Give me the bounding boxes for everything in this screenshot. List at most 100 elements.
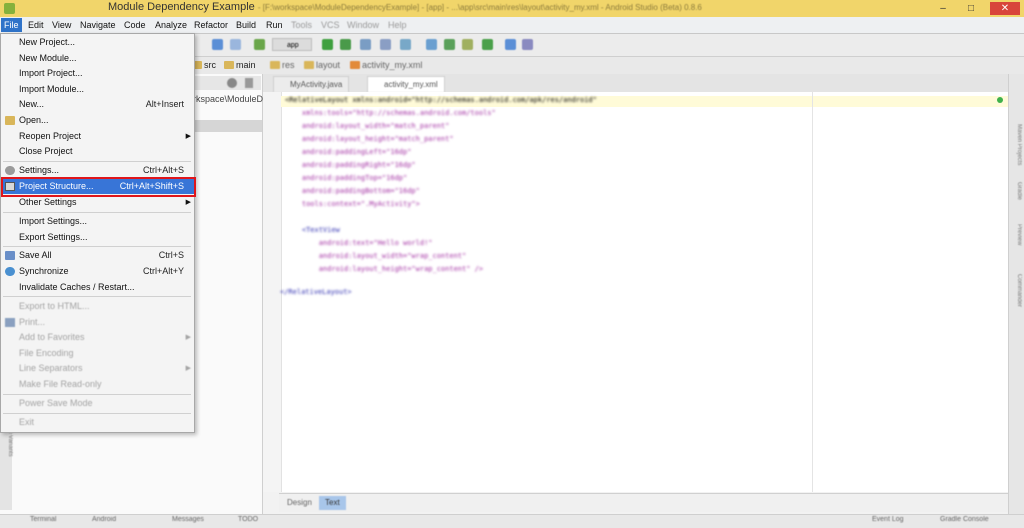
code-line: android:paddingLeft="16dp" (285, 148, 412, 156)
forward-icon[interactable] (230, 39, 241, 50)
run-icon[interactable] (322, 39, 333, 50)
android-icon[interactable] (522, 39, 533, 50)
design-text-tabs: Design Text (279, 493, 1008, 512)
code-line: tools:context=".MyActivity"> (285, 200, 420, 208)
menu-refactor[interactable]: Refactor (191, 18, 231, 32)
menu-item-settings[interactable]: Settings... Ctrl+Alt+S (1, 163, 194, 178)
breadcrumb-res[interactable]: res (268, 59, 299, 72)
folder-icon (5, 116, 15, 125)
maven-projects-tool[interactable]: Maven Projects (1012, 124, 1022, 165)
menu-item-file-encoding[interactable]: File Encoding (1, 346, 194, 361)
code-line: <TextView (285, 226, 340, 234)
submenu-arrow-icon: ▶ (185, 334, 191, 341)
tab-myactivity-java[interactable]: MyActivity.java (273, 76, 350, 92)
menu-item-exit[interactable]: Exit (1, 415, 194, 430)
gradle-console-tool[interactable]: Gradle Console (940, 516, 989, 523)
menu-view[interactable]: View (49, 18, 74, 32)
make-icon[interactable] (254, 39, 265, 50)
menu-item-make-read-only[interactable]: Make File Read-only (1, 377, 194, 392)
menu-item-save-all[interactable]: Save All Ctrl+S (1, 248, 194, 263)
code-line: android:paddingRight="16dp" (285, 161, 416, 169)
gradle-tool[interactable]: Gradle (1012, 182, 1022, 200)
menu-item-add-to-favorites[interactable]: Add to Favorites ▶ (1, 330, 194, 345)
structure-icon[interactable] (462, 39, 473, 50)
code-line: android:layout_height="match_parent" (285, 135, 454, 143)
code-line: android:paddingBottom="16dp" (285, 187, 420, 195)
android-tool[interactable]: Android (92, 516, 116, 523)
menu-code[interactable]: Code (121, 18, 149, 32)
menu-item-reopen-project[interactable]: Reopen Project ▶ (1, 129, 194, 144)
menu-item-print[interactable]: Print... (1, 315, 194, 330)
menu-file[interactable]: File (1, 18, 22, 32)
tab-activity-my-xml[interactable]: activity_my.xml (367, 76, 445, 92)
debug-icon[interactable] (340, 39, 351, 50)
menu-item-new-project[interactable]: New Project... (1, 35, 194, 50)
menu-navigate[interactable]: Navigate (77, 18, 119, 32)
menu-tools[interactable]: Tools (288, 18, 315, 32)
folder-icon (304, 61, 314, 69)
menu-build[interactable]: Build (233, 18, 259, 32)
gear-icon[interactable] (227, 78, 237, 88)
menu-item-import-settings[interactable]: Import Settings... (1, 214, 194, 229)
back-icon[interactable] (212, 39, 223, 50)
sync-icon[interactable] (426, 39, 437, 50)
menu-window[interactable]: Window (344, 18, 382, 32)
menu-item-open[interactable]: Open... (1, 113, 194, 128)
maximize-button[interactable]: □ (958, 2, 984, 15)
minimize-button[interactable]: – (930, 2, 956, 15)
download-icon[interactable] (482, 39, 493, 50)
menu-separator (3, 296, 191, 297)
menu-item-close-project[interactable]: Close Project (1, 144, 194, 159)
breadcrumb-layout[interactable]: layout (302, 59, 344, 72)
event-log-tool[interactable]: Event Log (872, 516, 904, 523)
breadcrumb-file[interactable]: activity_my.xml (348, 59, 426, 72)
code-line: xmlns:tools="http://schemas.android.com/… (285, 109, 496, 117)
menu-item-power-save-mode[interactable]: Power Save Mode (1, 396, 194, 411)
help-icon[interactable] (505, 39, 516, 50)
close-button[interactable]: ✕ (990, 2, 1020, 15)
project-path: rkspace\ModuleD (193, 94, 264, 104)
run-config-select[interactable]: app (272, 38, 312, 51)
wrench-icon (5, 166, 15, 175)
todo-tool[interactable]: TODO (238, 516, 258, 523)
menu-edit[interactable]: Edit (25, 18, 47, 32)
menu-item-export-html[interactable]: Export to HTML... (1, 299, 194, 314)
menu-item-synchronize[interactable]: Synchronize Ctrl+Alt+Y (1, 264, 194, 279)
file-menu-dropdown: New Project... New Module... Import Proj… (0, 33, 195, 433)
menu-run[interactable]: Run (263, 18, 286, 32)
right-tool-strip: Maven Projects Gradle Preview Commander (1008, 74, 1024, 514)
tab-text[interactable]: Text (319, 496, 346, 510)
menu-help[interactable]: Help (385, 18, 410, 32)
code-line: android:paddingTop="16dp" (285, 174, 408, 182)
tab-design[interactable]: Design (281, 496, 318, 510)
code-line: </RelativeLayout> (280, 288, 352, 296)
menu-item-line-separators[interactable]: Line Separators ▶ (1, 361, 194, 376)
messages-tool[interactable]: Messages (172, 516, 204, 523)
menu-item-new-module[interactable]: New Module... (1, 51, 194, 66)
highlight-annotation-box (1, 177, 196, 197)
monitor-icon[interactable] (444, 39, 455, 50)
menu-separator (3, 413, 191, 414)
menu-separator (3, 161, 191, 162)
menu-vcs[interactable]: VCS (318, 18, 343, 32)
terminal-tool[interactable]: Terminal (30, 516, 56, 523)
menu-item-invalidate-caches[interactable]: Invalidate Caches / Restart... (1, 280, 194, 295)
folder-icon (270, 61, 280, 69)
submenu-arrow-icon: ▶ (185, 133, 191, 140)
collapse-icon[interactable] (245, 78, 253, 88)
breadcrumb-main[interactable]: main (222, 59, 260, 72)
project-tree-selection[interactable] (193, 120, 262, 132)
preview-tool[interactable]: Preview (1012, 224, 1022, 245)
commander-tool[interactable]: Commander (1012, 274, 1022, 307)
menu-separator (3, 394, 191, 395)
menu-item-import-module[interactable]: Import Module... (1, 82, 194, 97)
avd-manager-icon[interactable] (400, 39, 411, 50)
folder-icon (224, 61, 234, 69)
sdk-manager-icon[interactable] (380, 39, 391, 50)
menu-item-import-project[interactable]: Import Project... (1, 66, 194, 81)
menu-analyze[interactable]: Analyze (152, 18, 190, 32)
menu-item-export-settings[interactable]: Export Settings... (1, 230, 194, 245)
attach-icon[interactable] (360, 39, 371, 50)
menu-item-other-settings[interactable]: Other Settings ▶ (1, 195, 194, 210)
menu-item-new[interactable]: New... Alt+Insert (1, 97, 194, 112)
